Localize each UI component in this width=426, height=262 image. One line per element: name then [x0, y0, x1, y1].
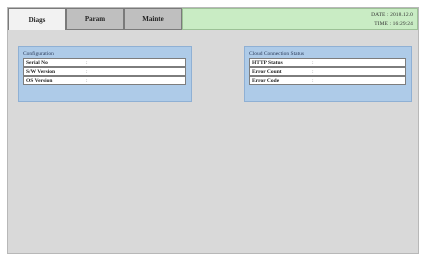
- http-status-label: HTTP Status: [252, 60, 283, 66]
- sw-version-row: S/W Version :: [23, 67, 186, 76]
- error-code-separator: :: [312, 78, 314, 84]
- status-bar: DATE : 2018.12.0 TIME : 16:29:24: [182, 8, 418, 30]
- os-version-row: OS Version :: [23, 76, 186, 85]
- sw-version-label: S/W Version: [26, 69, 56, 75]
- serial-no-separator: :: [86, 60, 88, 66]
- tab-param[interactable]: Param: [66, 8, 124, 30]
- error-code-row: Error Code :: [249, 76, 406, 85]
- tab-diags[interactable]: Diags: [8, 8, 66, 30]
- time-display: TIME : 16:29:24: [374, 21, 413, 27]
- serial-no-label: Serial No: [26, 60, 48, 66]
- os-version-label: OS Version: [26, 78, 53, 84]
- date-display: DATE : 2018.12.0: [371, 12, 413, 18]
- main-screen: Diags Param Mainte DATE : 2018.12.0 TIME…: [7, 7, 419, 254]
- error-count-separator: :: [312, 69, 314, 75]
- configuration-panel: Configuration Serial No : S/W Version : …: [18, 46, 192, 102]
- top-bar: Diags Param Mainte DATE : 2018.12.0 TIME…: [8, 8, 418, 30]
- cloud-status-panel: Cloud Connection Status HTTP Status : Er…: [244, 46, 412, 102]
- error-count-label: Error Count: [252, 69, 282, 75]
- http-status-separator: :: [312, 60, 314, 66]
- http-status-row: HTTP Status :: [249, 58, 406, 67]
- cloud-status-title: Cloud Connection Status: [249, 51, 304, 57]
- error-code-label: Error Code: [252, 78, 280, 84]
- sw-version-separator: :: [86, 69, 88, 75]
- os-version-separator: :: [86, 78, 88, 84]
- error-count-row: Error Count :: [249, 67, 406, 76]
- configuration-title: Configuration: [23, 51, 54, 57]
- serial-no-row: Serial No :: [23, 58, 186, 67]
- tab-mainte[interactable]: Mainte: [124, 8, 182, 30]
